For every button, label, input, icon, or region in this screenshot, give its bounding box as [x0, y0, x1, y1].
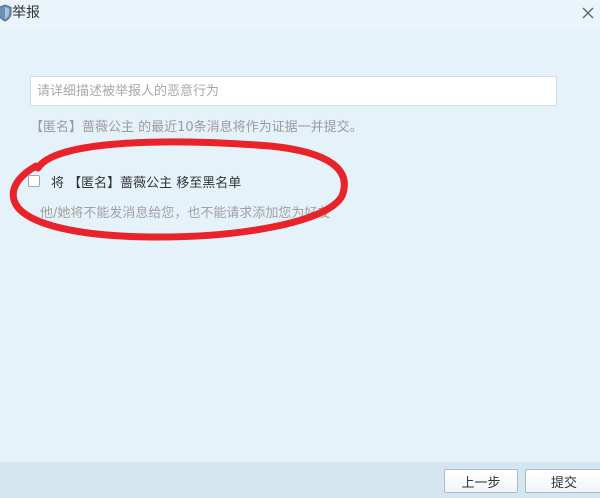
blacklist-note: 他/她将不能发消息给您，也不能请求添加您为好友: [40, 206, 331, 221]
blacklist-label: 将 【匿名】蔷薇公主 移至黑名单: [51, 175, 242, 191]
previous-step-button[interactable]: 上一步: [444, 469, 518, 493]
blacklist-option[interactable]: 将 【匿名】蔷薇公主 移至黑名单: [28, 172, 242, 191]
blacklist-checkbox[interactable]: [28, 175, 40, 187]
shield-icon: [0, 4, 12, 22]
footer-bar: 上一步 提交: [0, 462, 600, 498]
report-content: 【匿名】蔷薇公主 的最近10条消息将作为证据一并提交。 将 【匿名】蔷薇公主 移…: [0, 30, 600, 462]
title-bar: 举报: [0, 0, 600, 30]
submit-button[interactable]: 提交: [525, 469, 600, 493]
close-icon[interactable]: [578, 3, 598, 23]
window-title: 举报: [12, 5, 40, 21]
report-description-input[interactable]: [30, 76, 557, 106]
evidence-note: 【匿名】蔷薇公主 的最近10条消息将作为证据一并提交。: [30, 120, 363, 135]
